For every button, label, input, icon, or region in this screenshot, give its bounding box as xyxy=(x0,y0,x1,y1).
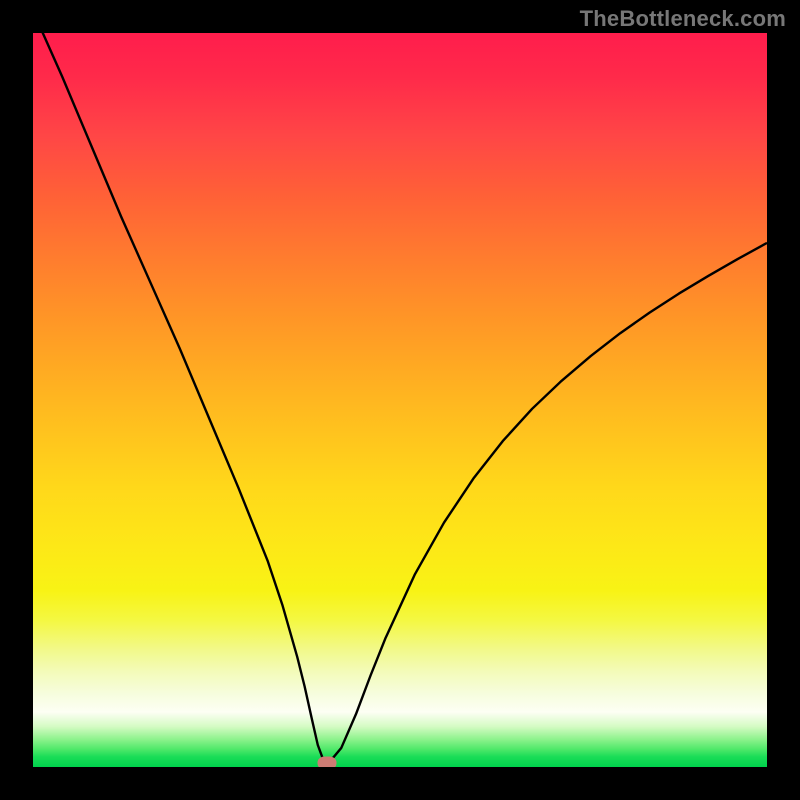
chart-frame: TheBottleneck.com xyxy=(0,0,800,800)
plot-area xyxy=(33,33,767,767)
curve-path xyxy=(33,33,767,761)
bottleneck-curve xyxy=(33,33,767,767)
watermark-text: TheBottleneck.com xyxy=(580,6,786,32)
optimum-marker xyxy=(318,757,337,767)
